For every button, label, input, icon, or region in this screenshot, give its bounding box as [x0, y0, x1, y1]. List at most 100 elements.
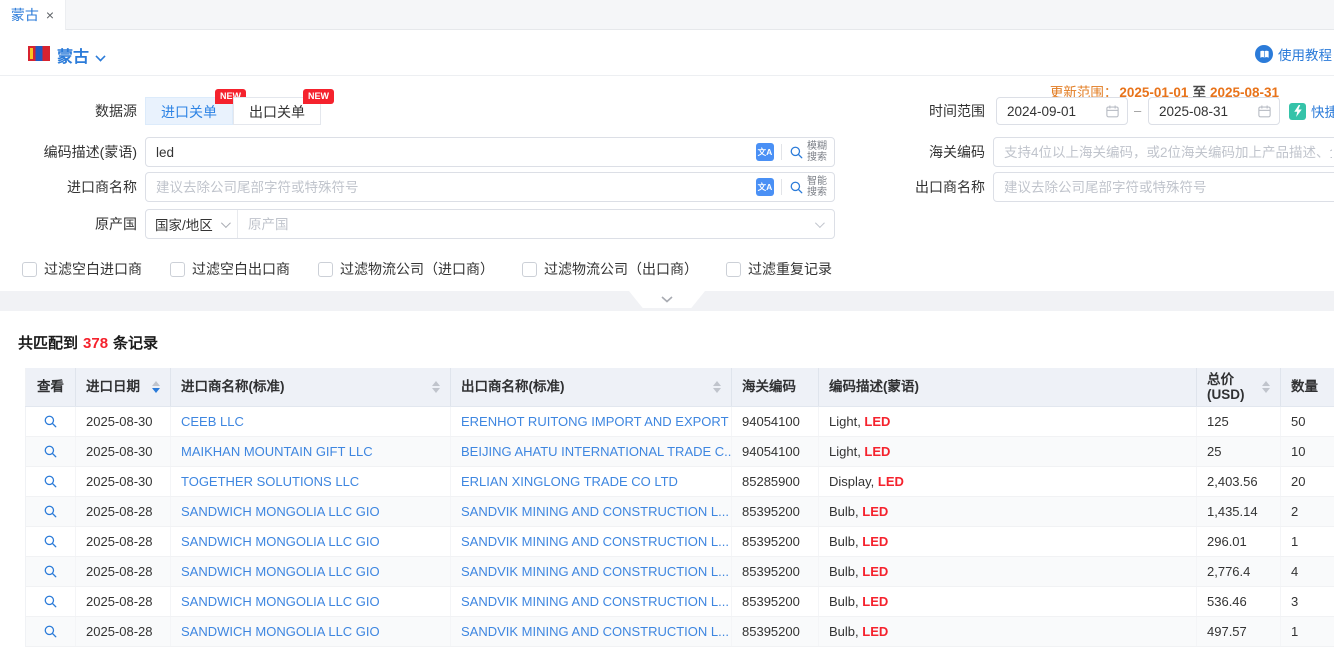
quantity: 2	[1291, 504, 1298, 519]
description-cell: Bulb, LED	[819, 586, 1197, 616]
origin-type-select[interactable]: 国家/地区	[146, 210, 238, 238]
calendar-icon[interactable]	[1105, 104, 1120, 124]
translate-icon[interactable]: 文A	[756, 143, 774, 161]
view-record-button[interactable]	[43, 444, 58, 459]
origin-field: 国家/地区	[145, 209, 835, 239]
filter-checkbox[interactable]: 过滤物流公司（进口商）	[318, 259, 494, 279]
view-cell	[26, 466, 76, 496]
sort-desc-icon[interactable]	[432, 388, 440, 393]
quantity: 50	[1291, 414, 1305, 429]
tutorial-link[interactable]: 使用教程	[1255, 44, 1332, 64]
filter-checkbox[interactable]: 过滤空白进口商	[22, 259, 142, 279]
exporter-link[interactable]: BEIJING AHATU INTERNATIONAL TRADE C...	[461, 444, 732, 459]
importer-link[interactable]: SANDWICH MONGOLIA LLC GIO	[181, 504, 380, 519]
importer-link[interactable]: TOGETHER SOLUTIONS LLC	[181, 474, 359, 489]
translate-icon[interactable]: 文A	[756, 178, 774, 196]
filter-checkbox[interactable]: 过滤空白出口商	[170, 259, 290, 279]
filter-checkbox[interactable]: 过滤物流公司（出口商）	[522, 259, 698, 279]
exporter-link[interactable]: SANDVIK MINING AND CONSTRUCTION L...	[461, 594, 729, 609]
exporter-link[interactable]: SANDVIK MINING AND CONSTRUCTION L...	[461, 534, 729, 549]
exporter-link[interactable]: ERENHOT RUITONG IMPORT AND EXPORT ...	[461, 414, 732, 429]
view-record-button[interactable]	[43, 624, 58, 639]
sort-asc-icon[interactable]	[432, 381, 440, 386]
exporter-link[interactable]: ERLIAN XINGLONG TRADE CO LTD	[461, 474, 678, 489]
collapse-panel-button[interactable]	[629, 291, 705, 308]
sort-asc-icon[interactable]	[713, 381, 721, 386]
view-record-button[interactable]	[43, 414, 58, 429]
checkbox-box[interactable]	[318, 262, 333, 277]
importer-link[interactable]: SANDWICH MONGOLIA LLC GIO	[181, 624, 380, 639]
importer-cell: SANDWICH MONGOLIA LLC GIO	[171, 496, 451, 526]
sort-desc-icon[interactable]	[1262, 388, 1270, 393]
sort-asc-icon[interactable]	[152, 381, 160, 386]
importer-input[interactable]	[146, 173, 834, 201]
table-row: 2025-08-30 CEEB LLC ERENHOT RUITONG IMPO…	[26, 406, 1334, 436]
importer-link[interactable]: SANDWICH MONGOLIA LLC GIO	[181, 594, 380, 609]
calendar-icon[interactable]	[1257, 104, 1272, 124]
hs-code-cell: 94054100	[732, 436, 819, 466]
view-record-button[interactable]	[43, 504, 58, 519]
date-range-separator: –	[1134, 97, 1141, 125]
sort-asc-icon[interactable]	[1262, 381, 1270, 386]
view-record-button[interactable]	[43, 594, 58, 609]
quick-select[interactable]: 快捷	[1289, 101, 1334, 121]
table-header-cell: 总价 (USD)	[1197, 368, 1281, 406]
exporter-cell: ERENHOT RUITONG IMPORT AND EXPORT ...	[451, 406, 732, 436]
filter-checkbox-row: 过滤空白进口商 过滤空白出口商 过滤物流公司（进口商） 过滤物流公司（出口商） …	[22, 259, 832, 279]
fuzzy-search-button[interactable]: 模糊搜索	[789, 141, 828, 163]
view-record-button[interactable]	[43, 564, 58, 579]
column-title: 出口商名称(标准)	[461, 379, 565, 394]
sort-desc-icon[interactable]	[713, 388, 721, 393]
table-header-cell: 数量	[1281, 368, 1334, 406]
magnifier-icon	[43, 474, 58, 489]
datasource-tab[interactable]: 出口关单 NEW	[233, 97, 321, 125]
magnifier-icon	[43, 624, 58, 639]
country-selector[interactable]: 蒙古	[57, 43, 89, 67]
total-price: 125	[1207, 414, 1229, 429]
checkbox-box[interactable]	[726, 262, 741, 277]
import-date-cell: 2025-08-28	[76, 586, 171, 616]
sort-control[interactable]	[152, 381, 160, 393]
exporter-link[interactable]: SANDVIK MINING AND CONSTRUCTION L...	[461, 624, 729, 639]
app-screen: 蒙古 × 蒙古 使用教程 更新范围：2025-01-01至2025-08-31 …	[0, 0, 1334, 648]
keyword-highlight: LED	[862, 594, 888, 609]
quick-select-label: 快捷	[1311, 101, 1334, 121]
origin-input[interactable]	[238, 210, 815, 238]
smart-search-button[interactable]: 智能搜索	[789, 176, 828, 198]
date-end-field[interactable]	[1148, 97, 1280, 125]
exporter-input[interactable]	[994, 173, 1334, 201]
table-header-cell: 进口日期	[76, 368, 171, 406]
exporter-link[interactable]: SANDVIK MINING AND CONSTRUCTION L...	[461, 504, 729, 519]
magnifier-icon	[43, 594, 58, 609]
description-text: Bulb,	[829, 594, 862, 609]
importer-link[interactable]: CEEB LLC	[181, 414, 244, 429]
total-price: 536.46	[1207, 594, 1247, 609]
importer-link[interactable]: SANDWICH MONGOLIA LLC GIO	[181, 534, 380, 549]
quantity: 3	[1291, 594, 1298, 609]
checkbox-box[interactable]	[22, 262, 37, 277]
hs-code-input[interactable]	[994, 138, 1334, 166]
date-start-field[interactable]	[996, 97, 1128, 125]
sort-desc-icon[interactable]	[152, 388, 160, 393]
code-desc-input[interactable]	[146, 138, 834, 166]
filter-checkbox[interactable]: 过滤重复记录	[726, 259, 832, 279]
sort-control[interactable]	[432, 381, 440, 393]
checkbox-box[interactable]	[170, 262, 185, 277]
exporter-link[interactable]: SANDVIK MINING AND CONSTRUCTION L...	[461, 564, 729, 579]
chevron-down-icon[interactable]	[815, 218, 825, 228]
view-record-button[interactable]	[43, 534, 58, 549]
importer-link[interactable]: MAIKHAN MOUNTAIN GIFT LLC	[181, 444, 373, 459]
sort-control[interactable]	[1262, 381, 1270, 393]
datasource-tab[interactable]: 进口关单 NEW	[145, 97, 233, 125]
close-icon[interactable]: ×	[46, 8, 54, 22]
sort-control[interactable]	[713, 381, 721, 393]
tab-mongolia[interactable]: 蒙古 ×	[0, 0, 66, 30]
price-cell: 497.57	[1197, 616, 1281, 646]
table-row: 2025-08-28 SANDWICH MONGOLIA LLC GIO SAN…	[26, 526, 1334, 556]
price-cell: 2,403.56	[1197, 466, 1281, 496]
importer-link[interactable]: SANDWICH MONGOLIA LLC GIO	[181, 564, 380, 579]
view-record-button[interactable]	[43, 474, 58, 489]
chevron-down-icon[interactable]	[95, 51, 105, 61]
checkbox-box[interactable]	[522, 262, 537, 277]
column-title: 编码描述(蒙语)	[829, 379, 919, 394]
